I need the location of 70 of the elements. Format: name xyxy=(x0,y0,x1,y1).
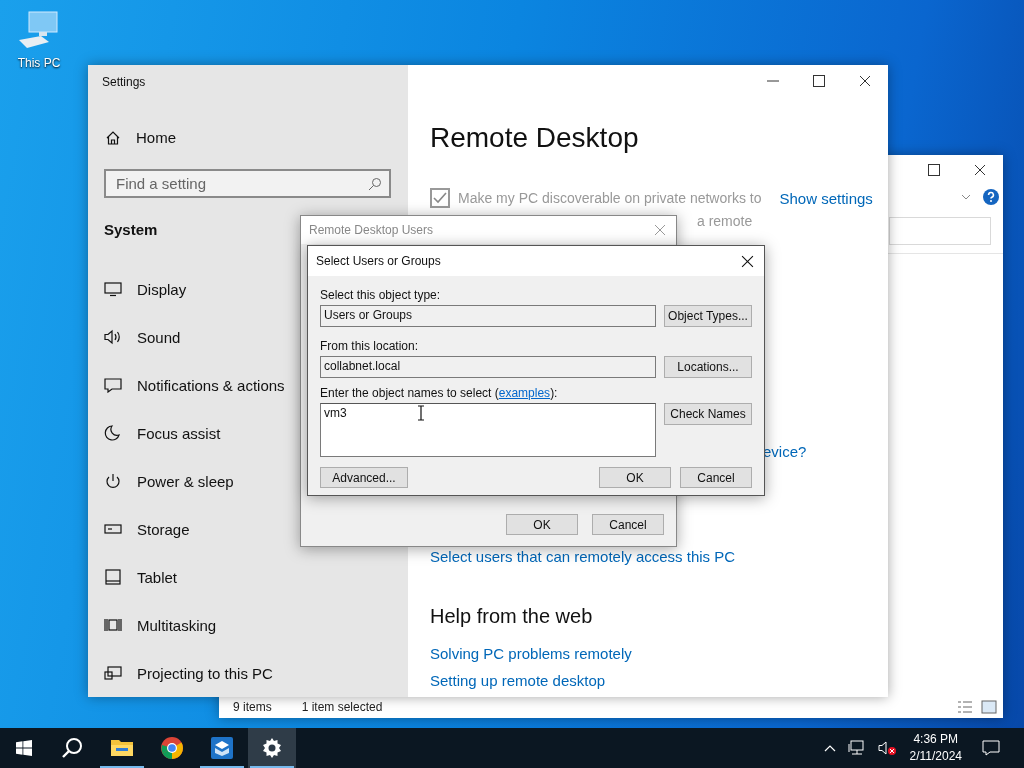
ok-button[interactable]: OK xyxy=(506,514,578,535)
select-users-link[interactable]: Select users that can remotely access this PC xyxy=(430,547,888,567)
section-heading: Help from the web xyxy=(430,604,594,629)
cancel-button[interactable]: Cancel xyxy=(592,514,664,535)
home-link[interactable]: Home xyxy=(88,123,408,152)
checkbox-label: a remote xyxy=(697,212,754,231)
chevron-down-icon[interactable] xyxy=(961,194,971,200)
taskbar-app[interactable] xyxy=(248,728,296,768)
home-icon xyxy=(105,129,121,146)
folder-icon xyxy=(110,738,134,758)
field-label: Select this object type: xyxy=(320,288,442,302)
checkbox[interactable] xyxy=(430,188,450,208)
multitasking-icon xyxy=(104,617,122,633)
windows-logo-icon[interactable] xyxy=(16,740,32,756)
network-icon[interactable] xyxy=(847,740,866,756)
power-icon xyxy=(104,473,122,489)
thumbnail-view-icon[interactable] xyxy=(981,700,997,714)
examples-link[interactable]: examples xyxy=(498,386,551,400)
focus-icon xyxy=(104,425,122,441)
clock-date[interactable]: 2/11/2024 xyxy=(909,748,962,765)
close-icon[interactable] xyxy=(974,164,986,176)
check-names-button[interactable]: Check Names xyxy=(664,403,752,425)
location-field[interactable]: collabnet.local xyxy=(320,356,656,378)
item-count: 9 items xyxy=(233,700,272,714)
checkbox-label: Make my PC discoverable on private networks to xyxy=(458,190,762,206)
help-link[interactable]: Setting up remote desktop xyxy=(430,671,888,691)
search-field[interactable]: Find a setting xyxy=(104,169,391,198)
notifications-icon xyxy=(104,377,122,393)
dialog-title: Select Users or Groups xyxy=(316,254,441,268)
close-icon[interactable] xyxy=(859,75,871,87)
muted-speaker-icon[interactable] xyxy=(877,740,898,756)
search-icon xyxy=(368,177,382,191)
field-label: From this location: xyxy=(320,339,420,353)
locations-button[interactable]: Locations... xyxy=(664,356,752,378)
close-icon[interactable] xyxy=(741,254,754,268)
sidebar-item[interactable]: Projecting to this PC xyxy=(88,649,408,697)
gear-icon xyxy=(262,738,282,758)
sound-icon xyxy=(104,329,122,345)
page-title: Remote Desktop xyxy=(430,121,640,155)
window-title: Settings xyxy=(101,74,147,91)
box-app-icon xyxy=(210,736,234,760)
display-icon xyxy=(104,281,122,297)
selection-count: 1 item selected xyxy=(301,700,383,714)
section-heading: System xyxy=(103,220,158,240)
object-types-button[interactable]: Object Types... xyxy=(664,305,752,327)
search-icon[interactable] xyxy=(61,737,83,759)
dialog-title: Remote Desktop Users xyxy=(309,223,434,237)
cancel-button[interactable]: Cancel xyxy=(680,467,752,488)
show-settings-link[interactable]: Show settings xyxy=(779,189,873,207)
sidebar-item[interactable]: Tablet xyxy=(88,553,408,601)
storage-icon xyxy=(104,521,122,537)
browser-icon xyxy=(160,736,184,760)
projecting-icon xyxy=(104,665,122,681)
notifications-icon[interactable] xyxy=(982,740,1000,756)
advanced-button[interactable]: Advanced... xyxy=(320,467,408,488)
help-link[interactable]: evice? xyxy=(763,442,888,462)
tablet-icon xyxy=(104,569,122,585)
help-icon[interactable] xyxy=(983,189,999,205)
chevron-up-icon[interactable] xyxy=(823,744,836,752)
maximize-icon[interactable] xyxy=(928,164,940,176)
help-link[interactable]: Solving PC problems remotely xyxy=(430,644,888,664)
maximize-icon[interactable] xyxy=(813,75,825,87)
field-label: ): xyxy=(550,386,558,400)
ok-button[interactable]: OK xyxy=(599,467,671,488)
object-type-field[interactable]: Users or Groups xyxy=(320,305,656,327)
text-cursor-icon xyxy=(417,405,425,421)
object-names-field[interactable]: vm3 xyxy=(320,403,656,457)
field-label: Enter the object names to select ( xyxy=(320,386,499,400)
sidebar-item[interactable]: Multitasking xyxy=(88,601,408,649)
clock-time[interactable]: 4:36 PM xyxy=(913,731,959,748)
